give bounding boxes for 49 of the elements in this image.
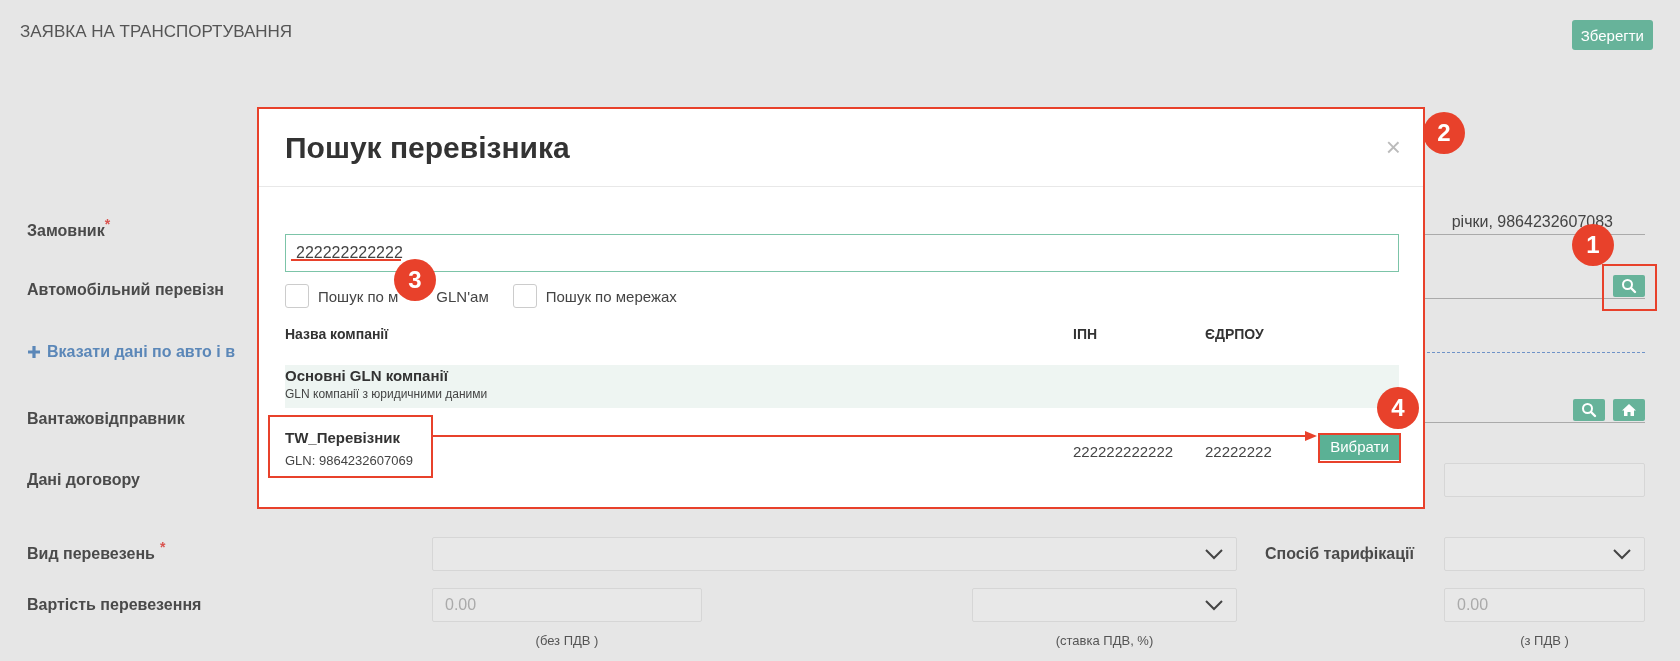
search-field[interactable]: 222222222222 — [285, 234, 1399, 272]
column-header: ЄДРПОУ — [1205, 326, 1265, 342]
field-label: Автомобільний перевізн — [27, 281, 224, 299]
add-vehicle-link[interactable]: Вказати дані по авто і в — [47, 343, 235, 361]
save-button[interactable]: Зберегти — [1571, 20, 1653, 50]
group-title: Основні GLN компанії — [285, 367, 450, 385]
company-gln: GLN: 9864232607069 — [285, 453, 413, 469]
chevron-down-icon — [1612, 547, 1632, 560]
field-label: Спосіб тарифікації — [1265, 544, 1414, 563]
checkbox-label: GLN'ам — [436, 287, 489, 305]
page-title: ЗАЯВКА НА ТРАНСПОРТУВАННЯ — [20, 21, 293, 43]
step-badge: 2 — [1423, 112, 1465, 154]
search-icon — [1581, 402, 1597, 418]
amount-input[interactable]: 0.00 — [432, 587, 702, 622]
amount-input[interactable]: 0.00 — [1444, 587, 1645, 622]
chevron-down-icon — [1204, 598, 1224, 611]
field-label: Дані договору — [27, 471, 140, 489]
company-name: TW_Перевізник — [285, 429, 400, 447]
search-button[interactable] — [1573, 399, 1605, 421]
dialog-title: Пошук перевізника — [285, 130, 570, 165]
search-button[interactable] — [1613, 275, 1645, 297]
required-mark: * — [104, 216, 111, 232]
required-mark: * — [159, 539, 166, 555]
dropdown[interactable] — [972, 587, 1237, 622]
caption: (без ПДВ ) — [535, 632, 599, 648]
chevron-down-icon — [1204, 547, 1224, 560]
checkbox-label: Пошук по мережах — [545, 287, 677, 305]
checkbox[interactable] — [512, 284, 537, 308]
caption: (ставка ПДВ, %) — [1055, 632, 1154, 648]
column-header: ІПН — [1073, 326, 1099, 342]
home-icon — [1621, 403, 1637, 417]
plus-icon — [27, 345, 41, 359]
field-label: Вид перевезень — [27, 544, 155, 563]
group-subtitle: GLN компанії з юридичними даними — [285, 386, 489, 403]
home-button[interactable] — [1613, 399, 1645, 421]
search-icon — [1621, 278, 1637, 294]
dropdown[interactable] — [432, 536, 1237, 571]
select-button[interactable]: Вибрати — [1320, 433, 1399, 460]
caption: (з ПДВ ) — [1520, 632, 1569, 648]
close-button[interactable]: × — [1385, 132, 1401, 163]
table-cell-text: 22222222 — [1205, 442, 1273, 460]
checkbox[interactable] — [285, 284, 309, 308]
highlight-frame — [1602, 264, 1657, 311]
field-label: Вартість перевезення — [27, 595, 202, 614]
field-label: Вантажовідправник — [27, 410, 185, 428]
dropdown[interactable] — [1444, 536, 1645, 571]
column-header: Назва компанії — [285, 326, 390, 342]
field-label: Замовник — [27, 222, 105, 240]
table-cell-text: 222222222222 — [1073, 442, 1175, 460]
